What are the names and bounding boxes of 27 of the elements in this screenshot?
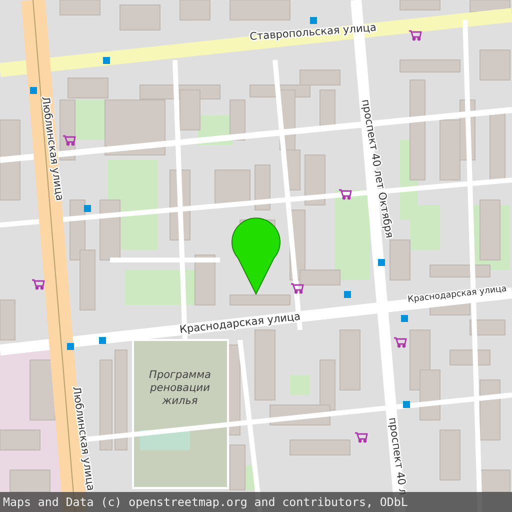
- shopping-cart-icon: [339, 189, 352, 200]
- street-label: Ставропольская улица: [249, 22, 377, 43]
- shopping-cart-icon: [291, 283, 304, 294]
- park-area: [290, 375, 310, 395]
- bus-stop-icon: [84, 205, 91, 212]
- street-label: Краснодарская улица: [179, 310, 302, 336]
- bus-stop-icon: [30, 87, 37, 94]
- shopping-cart-icon: [63, 135, 76, 146]
- area-label: Программа реновации жилья: [149, 369, 211, 407]
- shopping-cart-icon: [409, 30, 422, 41]
- street-label: Краснодарская улица: [407, 284, 508, 305]
- bus-stop-icon: [403, 401, 410, 408]
- bus-stop-icon: [99, 337, 106, 344]
- shopping-cart-icon: [355, 432, 368, 443]
- street-label: проспект 40 лет Октября: [359, 98, 396, 240]
- bus-stop-icon: [67, 343, 74, 350]
- bus-stop-icon: [401, 315, 408, 322]
- street-label: Люблинская улица: [39, 96, 66, 202]
- street-label: Люблинская улица: [70, 386, 97, 492]
- bus-stop-icon: [310, 17, 317, 24]
- attribution-text: Maps and Data (c) openstreetmap.org and contributors, ODbL: [0, 492, 512, 512]
- bus-stop-icon: [378, 259, 385, 266]
- bus-stop-icon: [103, 57, 110, 64]
- shopping-cart-icon: [32, 279, 45, 290]
- bus-stop-icon: [344, 291, 351, 298]
- shopping-cart-icon: [394, 337, 407, 348]
- park-area: [75, 100, 105, 140]
